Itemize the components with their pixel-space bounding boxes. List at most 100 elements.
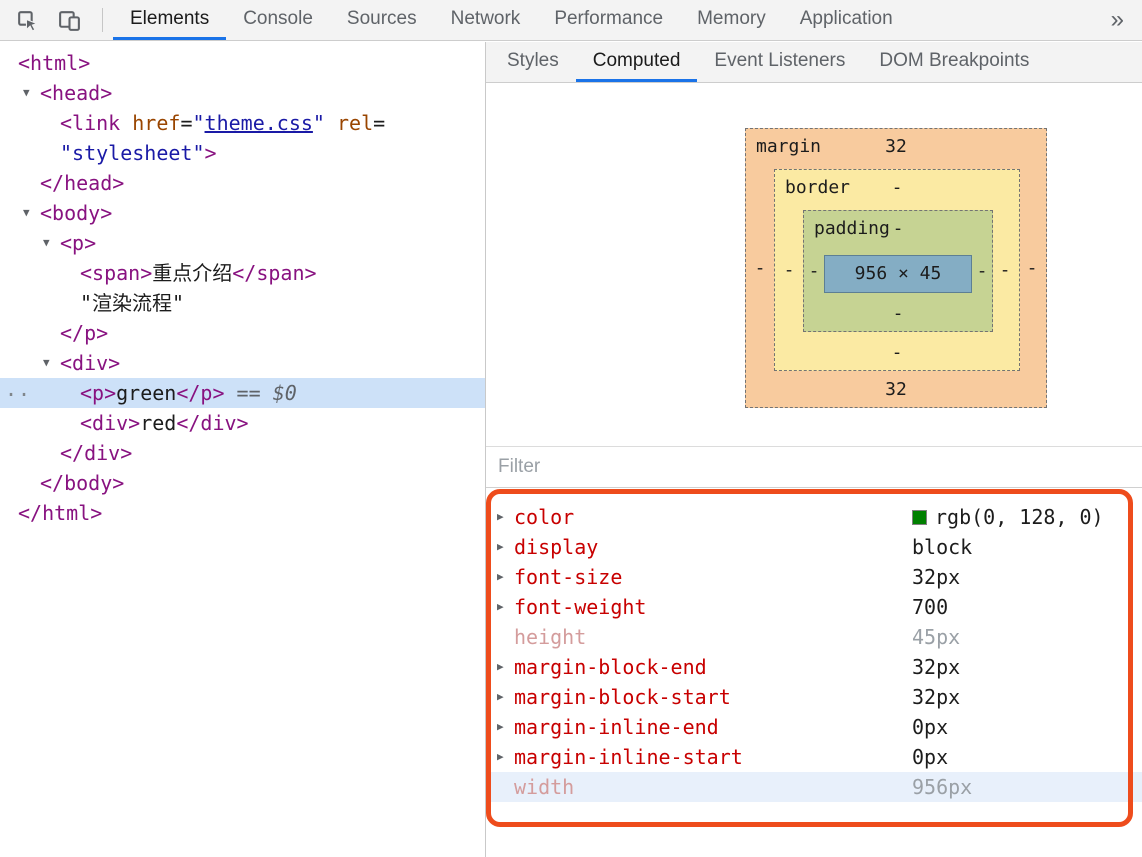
border-bottom-value[interactable]: - <box>892 342 903 363</box>
computed-property-row[interactable]: ▶ font-weight 700 <box>486 592 1142 622</box>
sidebar-tab-dom-breakpoints[interactable]: DOM Breakpoints <box>862 42 1046 82</box>
expand-arrow-icon[interactable]: ▼ <box>43 228 50 258</box>
dom-tree-row[interactable]: ▼ <div> <box>0 348 485 378</box>
dom-token: red <box>140 411 176 435</box>
sidebar-tab-styles[interactable]: Styles <box>490 42 576 82</box>
dom-tree-row[interactable]: <html> <box>0 48 485 78</box>
dom-token: href <box>132 111 180 135</box>
dom-tree-row[interactable]: <link href="theme.css" rel= <box>0 108 485 138</box>
more-tabs-button[interactable]: » <box>1093 0 1142 40</box>
padding-bottom-value[interactable]: - <box>893 303 904 324</box>
sidebar-tab-event-listeners[interactable]: Event Listeners <box>697 42 862 82</box>
dom-token: </head> <box>40 171 124 195</box>
box-model-margin[interactable]: margin 32 32 - - border - - - - padding … <box>745 128 1047 408</box>
property-name: color <box>514 505 574 529</box>
tab-application[interactable]: Application <box>783 0 910 40</box>
property-value: 700 <box>912 592 948 622</box>
margin-left-value[interactable]: - <box>755 258 766 279</box>
dom-token: <div> <box>60 351 120 375</box>
dom-tree-row[interactable]: "渲染流程" <box>0 288 485 318</box>
dom-token: <link <box>60 111 120 135</box>
dom-tree-row[interactable]: </html> <box>0 498 485 528</box>
dom-tree-row[interactable]: ..<p>green</p> == $0 <box>0 378 485 408</box>
filter-bar <box>486 446 1142 488</box>
dom-tree-row[interactable]: "stylesheet"> <box>0 138 485 168</box>
computed-property-row[interactable]: height45px <box>486 622 1142 652</box>
property-name: font-weight <box>514 595 646 619</box>
dom-token: <p> <box>80 381 116 405</box>
expand-arrow-icon[interactable]: ▶ <box>497 592 504 622</box>
dom-token: <html> <box>18 51 90 75</box>
computed-property-row[interactable]: ▶margin-inline-start0px <box>486 742 1142 772</box>
selected-row-dots-icon[interactable]: .. <box>5 374 31 404</box>
computed-property-row[interactable]: ▶ display block <box>486 532 1142 562</box>
dom-token: " <box>313 111 325 135</box>
padding-top-value[interactable]: - <box>893 218 904 239</box>
dom-token: = <box>373 111 385 135</box>
box-model-content[interactable]: 956 × 45 <box>824 255 972 293</box>
tab-network[interactable]: Network <box>434 0 538 40</box>
expand-arrow-icon[interactable]: ▶ <box>497 562 504 592</box>
tab-performance[interactable]: Performance <box>537 0 680 40</box>
padding-right-value[interactable]: - <box>977 261 988 282</box>
dom-tree-row[interactable]: </head> <box>0 168 485 198</box>
dom-tree-row[interactable]: <span>重点介绍</span> <box>0 258 485 288</box>
dom-token: <div> <box>80 411 140 435</box>
property-name: font-size <box>514 565 622 589</box>
dom-token: = <box>180 111 192 135</box>
expand-arrow-icon[interactable]: ▼ <box>23 198 30 228</box>
computed-property-row[interactable]: ▶margin-inline-end0px <box>486 712 1142 742</box>
border-label: border <box>785 177 850 198</box>
computed-property-row[interactable]: ▶font-size32px <box>486 562 1142 592</box>
border-top-value[interactable]: - <box>892 177 903 198</box>
dom-tree-row[interactable]: <div>red</div> <box>0 408 485 438</box>
dom-tree-row[interactable]: ▼ <body> <box>0 198 485 228</box>
expand-arrow-icon[interactable]: ▶ <box>497 682 504 712</box>
margin-top-value[interactable]: 32 <box>885 136 907 157</box>
computed-property-row[interactable]: ▶colorrgb(0, 128, 0) <box>486 502 1142 532</box>
property-name: display <box>514 535 598 559</box>
tab-memory[interactable]: Memory <box>680 0 783 40</box>
tab-sources[interactable]: Sources <box>330 0 434 40</box>
box-model-padding[interactable]: padding - - - - 956 × 45 <box>803 210 993 332</box>
property-value: 0px <box>912 742 948 772</box>
dom-tree-row[interactable]: ▼ <p> <box>0 228 485 258</box>
dom-tree-row[interactable]: ▼<head> <box>0 78 485 108</box>
dom-token: theme.css <box>205 111 313 135</box>
filter-input[interactable] <box>498 456 1130 478</box>
device-toolbar-icon[interactable] <box>54 5 84 35</box>
property-value: block <box>912 532 972 562</box>
sidebar-tab-computed[interactable]: Computed <box>576 42 698 82</box>
dom-token: <body> <box>40 201 112 225</box>
expand-arrow-icon[interactable]: ▶ <box>497 742 504 772</box>
dom-tree-row[interactable]: </body> <box>0 468 485 498</box>
property-value: 956px <box>912 772 972 802</box>
dom-tree-row[interactable]: </p> <box>0 318 485 348</box>
expand-arrow-icon[interactable]: ▼ <box>43 348 50 378</box>
computed-property-row[interactable]: ▶margin-block-end32px <box>486 652 1142 682</box>
elements-panel: <html>▼<head><link href="theme.css" rel=… <box>0 42 485 857</box>
tab-console[interactable]: Console <box>226 0 330 40</box>
computed-property-row[interactable]: ▶margin-block-start32px <box>486 682 1142 712</box>
expand-arrow-icon[interactable]: ▶ <box>497 652 504 682</box>
expand-arrow-icon[interactable]: ▶ <box>497 532 504 562</box>
box-model-border[interactable]: border - - - - padding - - - - 956 × 45 <box>774 169 1020 371</box>
dom-token: "stylesheet" <box>60 141 205 165</box>
dom-token: </div> <box>60 441 132 465</box>
box-model-diagram: margin 32 32 - - border - - - - padding … <box>745 128 1047 408</box>
margin-bottom-value[interactable]: 32 <box>885 379 907 400</box>
expand-arrow-icon[interactable]: ▶ <box>497 502 504 532</box>
dom-token: $0 <box>273 381 297 405</box>
margin-right-value[interactable]: - <box>1027 258 1038 279</box>
expand-arrow-icon[interactable]: ▶ <box>497 712 504 742</box>
dom-token: <p> <box>60 231 96 255</box>
border-right-value[interactable]: - <box>1000 260 1011 281</box>
dom-token: == <box>225 381 273 405</box>
tab-elements[interactable]: Elements <box>113 0 226 40</box>
padding-left-value[interactable]: - <box>809 261 820 282</box>
inspect-icon[interactable] <box>12 5 42 35</box>
computed-property-row[interactable]: width956px <box>486 772 1142 802</box>
expand-arrow-icon[interactable]: ▼ <box>23 78 30 108</box>
border-left-value[interactable]: - <box>784 260 795 281</box>
dom-tree-row[interactable]: </div> <box>0 438 485 468</box>
